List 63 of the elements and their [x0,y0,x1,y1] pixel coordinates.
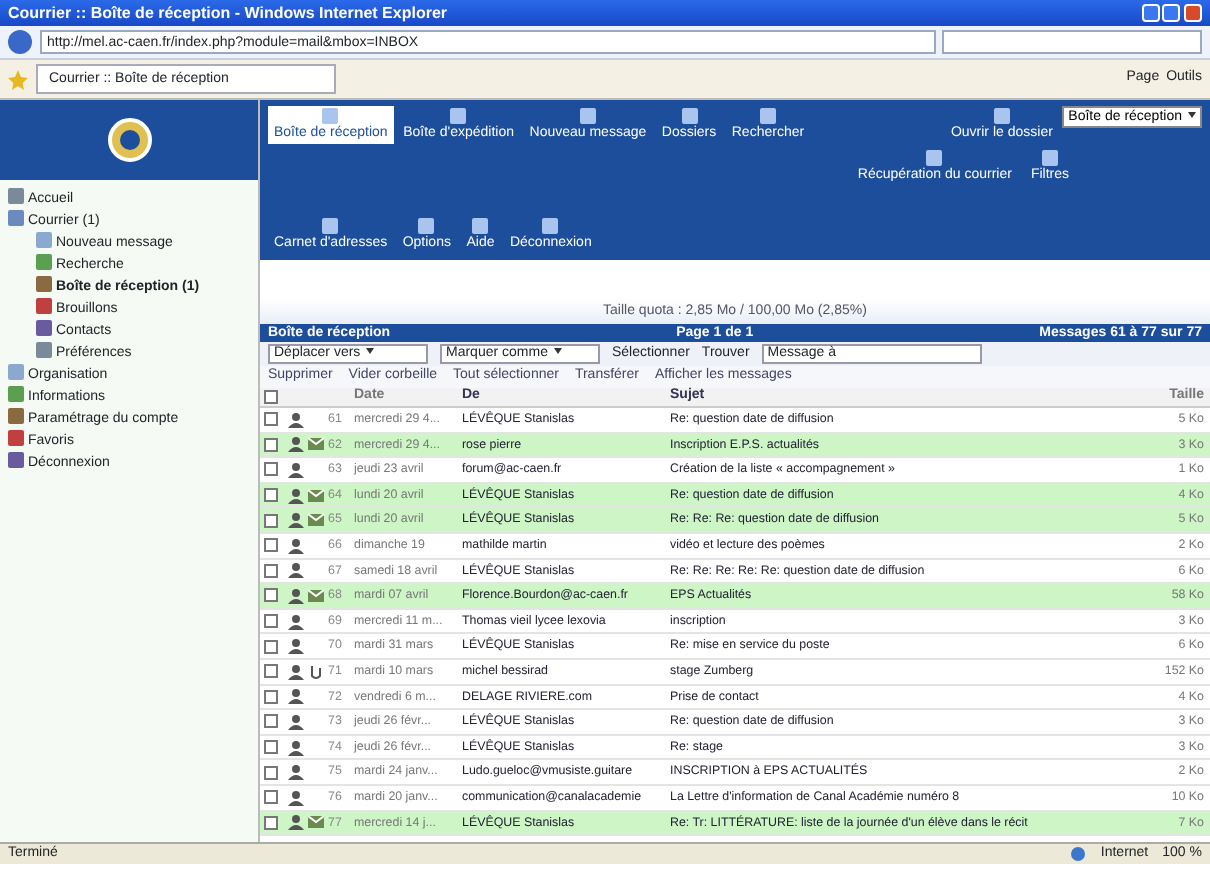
row-checkbox[interactable] [264,815,278,830]
row-checkbox[interactable] [264,462,278,477]
toolbar-icon [542,218,559,234]
paperclip-icon [307,663,324,680]
minimize-button[interactable] [1141,4,1159,22]
row-checkbox[interactable] [264,740,278,755]
person-icon [288,638,304,655]
person-icon [288,562,304,579]
person-icon [288,764,304,781]
envelope-icon [307,587,324,604]
row-checkbox[interactable] [264,765,278,780]
star-icon [8,69,28,89]
toolbar-icon [322,108,339,124]
person-icon [288,411,304,428]
toolbar-icon [1041,149,1058,166]
row-checkbox[interactable] [264,790,278,805]
select-all-checkbox[interactable] [264,390,278,404]
row-checkbox[interactable] [264,513,278,528]
toolbar-icon [926,149,943,166]
person-icon [288,739,304,756]
row-checkbox[interactable] [264,488,278,503]
person-icon [288,613,304,630]
envelope-icon [307,512,324,529]
row-checkbox[interactable] [264,588,278,603]
toolbar-icon [418,218,435,234]
envelope-icon [307,487,324,504]
toolbar-icon [579,108,596,124]
person-icon [288,587,304,604]
row-checkbox[interactable] [264,714,278,729]
close-button[interactable] [1184,4,1202,22]
envelope-icon [307,436,324,453]
search-field[interactable] [942,30,1202,54]
row-checkbox[interactable] [264,563,278,578]
toolbar-icon [472,218,489,234]
toolbar-icon [450,108,467,124]
person-icon [288,537,304,554]
row-checkbox[interactable] [264,437,278,452]
toolbar-icon [322,218,339,234]
row-checkbox[interactable] [264,412,278,427]
person-icon [288,436,304,453]
person-icon [288,461,304,478]
window-title: Courrier :: Boîte de réception - Windows Internet Explorer [8,3,450,23]
person-icon [288,512,304,529]
caret-icon [553,348,562,354]
row-checkbox[interactable] [264,689,278,704]
envelope-icon [307,814,324,831]
person-icon [288,487,304,504]
person-icon [288,713,304,730]
person-icon [288,814,304,831]
toolbar-icon [681,108,697,124]
person-icon [288,688,304,705]
caret-icon [366,348,375,354]
maximize-button[interactable] [1162,4,1181,22]
row-checkbox[interactable] [264,664,278,679]
person-icon [288,789,304,806]
row-checkbox[interactable] [264,538,278,553]
person-icon [288,663,304,680]
back-button[interactable] [8,30,32,54]
row-checkbox[interactable] [264,639,278,654]
row-checkbox[interactable] [264,614,278,629]
caret-icon [1188,112,1196,118]
toolbar-icon [759,108,776,124]
emblem-icon [105,116,153,164]
